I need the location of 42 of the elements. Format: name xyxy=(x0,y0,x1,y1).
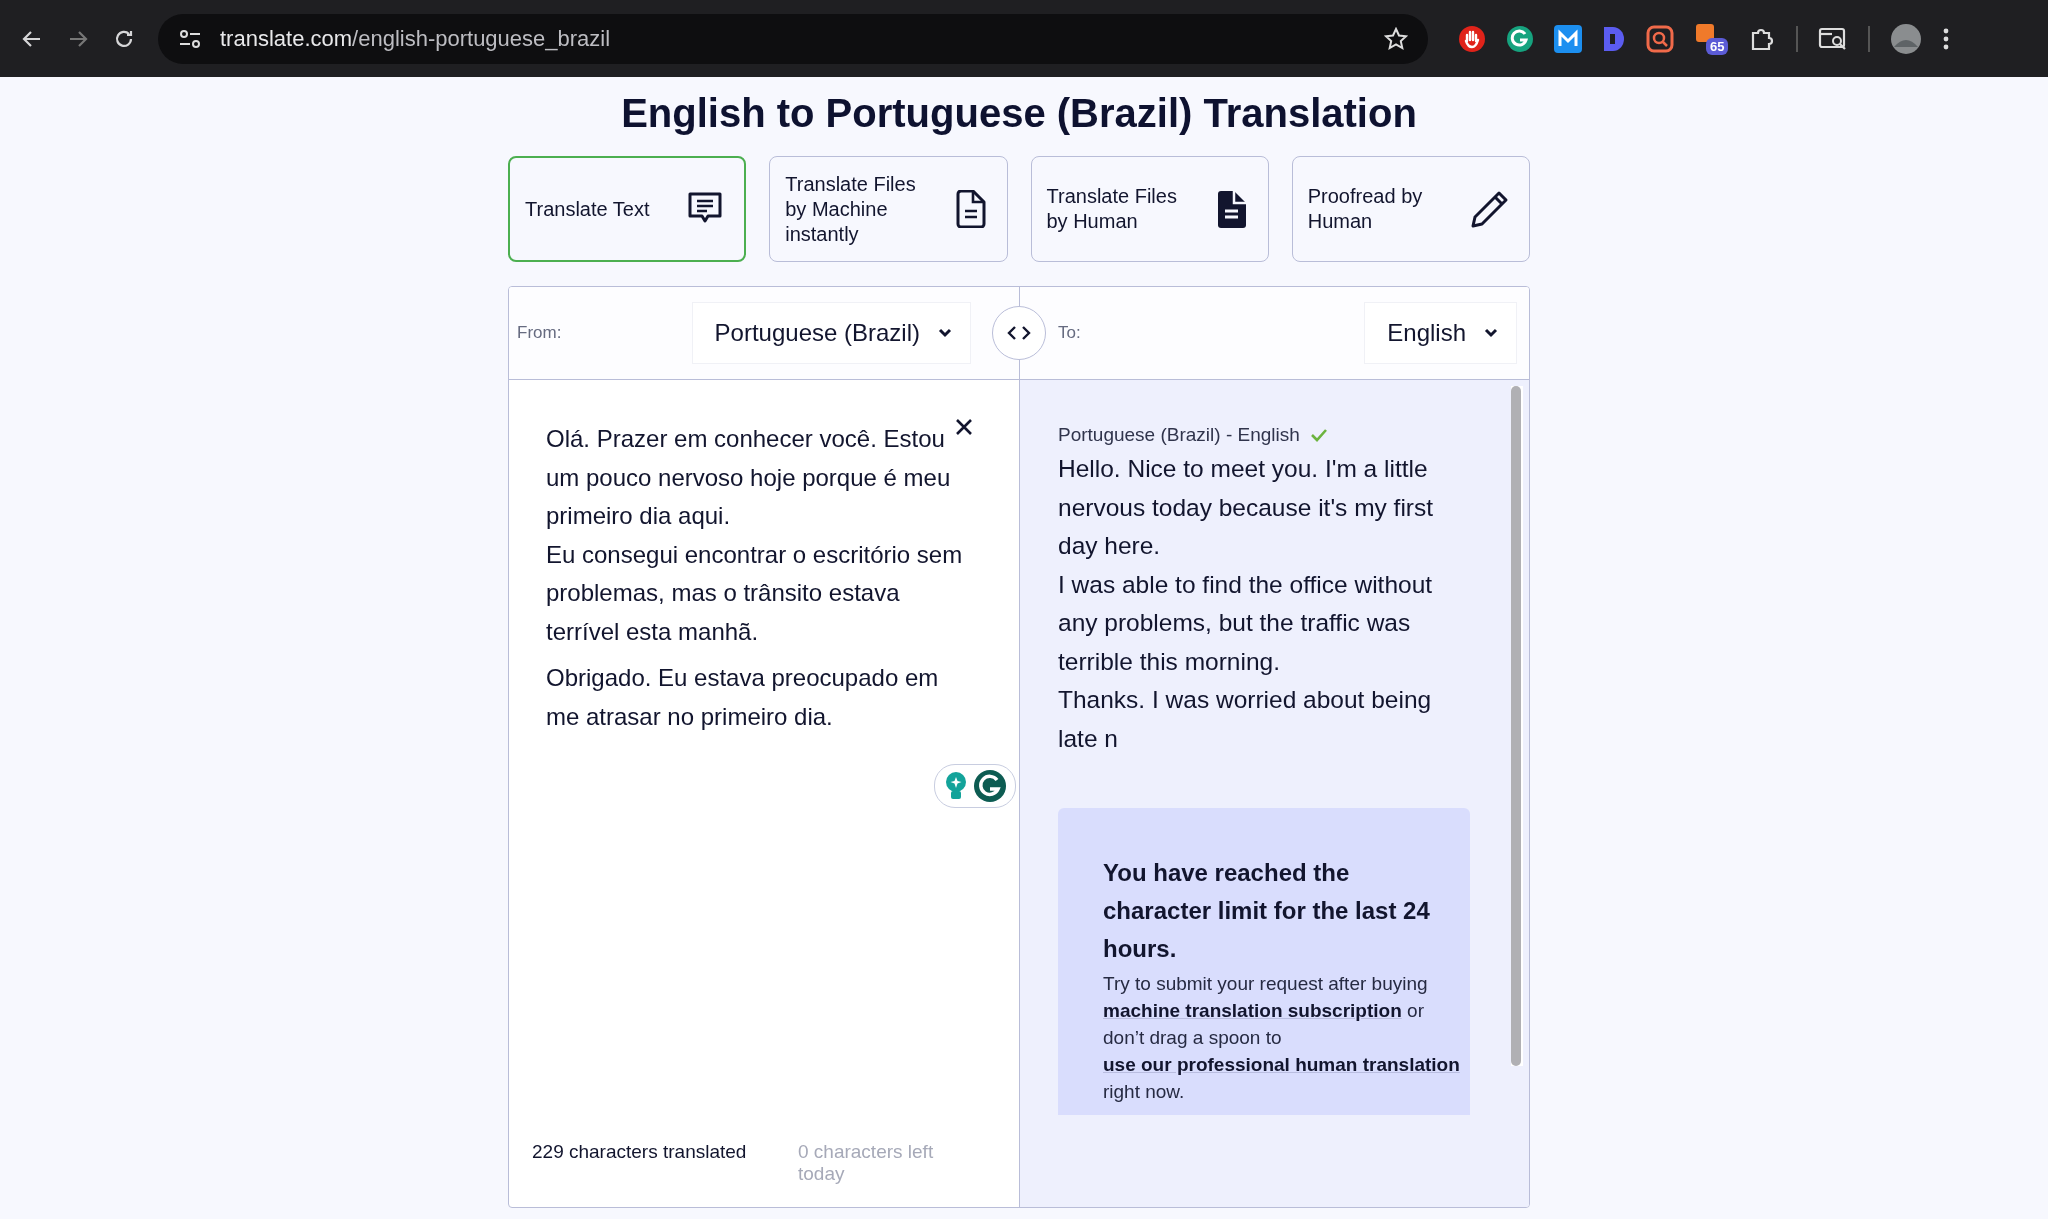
code-brackets-icon xyxy=(1007,325,1031,341)
address-bar[interactable]: translate.com/english-portuguese_brazil xyxy=(158,13,1428,64)
from-label: From: xyxy=(517,323,563,343)
avatar[interactable] xyxy=(1890,22,1922,55)
language-pair-label: Portuguese (Brazil) - English xyxy=(1058,424,1300,446)
service-tab[interactable]: Proofread by Human xyxy=(1291,156,1530,262)
source-language-dropdown[interactable]: Portuguese (Brazil) xyxy=(691,302,971,364)
document-icon xyxy=(954,190,987,228)
g-circle-extension-icon[interactable] xyxy=(1506,24,1534,53)
document-icon xyxy=(1215,190,1248,228)
hand-extension-icon[interactable] xyxy=(1458,24,1486,53)
characters-left-count: 0 characters left today xyxy=(798,1141,935,1185)
d-extension-icon[interactable] xyxy=(1602,24,1626,53)
lightbulb-icon xyxy=(943,771,969,801)
g-circle-icon xyxy=(973,769,1007,803)
notice-heading: You have reached the character limit for the last 24 hours. xyxy=(1103,858,1431,964)
bookmark-star-icon[interactable] xyxy=(1384,26,1408,51)
source-text-area[interactable]: Olá. Prazer em conhecer você. Estou um pouco nervoso hoje porque é meu primeiro dia aqui. Eu consegui encontrar o escritório sem problemas, mas o trânsito estava terrível esta manhã. Obrigado. Eu estava preocupado em me atrasar no primeiro dia. xyxy=(546,420,964,744)
service-tab[interactable]: Translate Text xyxy=(508,156,747,262)
chevron-down-icon xyxy=(1484,328,1498,338)
m-square-extension-icon[interactable] xyxy=(1554,24,1582,53)
translated-text: Thanks. I was worried about being late n xyxy=(1058,685,1433,754)
url-text[interactable]: translate.com/english-portuguese_brazil xyxy=(220,25,611,51)
scrollbar-thumb[interactable] xyxy=(1511,386,1521,1066)
search-square-extension-icon[interactable] xyxy=(1646,24,1674,53)
service-tab[interactable]: Translate Files by Machine instantly xyxy=(769,156,1008,262)
site-settings-icon[interactable] xyxy=(178,27,202,50)
to-label: To: xyxy=(1058,323,1082,343)
chevron-down-icon xyxy=(938,328,952,338)
notice-link[interactable]: machine translation subscription xyxy=(1103,1000,1402,1021)
extension-icon[interactable] xyxy=(1694,21,1716,44)
tab-search-icon[interactable] xyxy=(1818,25,1848,52)
translated-text: Hello. Nice to meet you. I'm a little nervous today because it's my first day here. xyxy=(1058,454,1435,561)
page-title: English to Portuguese (Brazil) Translation xyxy=(620,91,1418,136)
translated-text: I was able to find the office without any problems, but the traffic was terrible this morning. xyxy=(1058,569,1434,677)
characters-translated-count: 229 characters translated xyxy=(532,1141,748,1164)
notice-link[interactable]: use our professional human translation xyxy=(1103,1054,1460,1075)
extension-badge: 65 xyxy=(1706,37,1729,55)
pencil-icon xyxy=(1471,190,1509,228)
target-language-dropdown[interactable]: English xyxy=(1364,302,1517,364)
writing-assistant-widget[interactable] xyxy=(934,764,1016,808)
service-tab[interactable]: Translate Files by Human xyxy=(1030,156,1269,262)
